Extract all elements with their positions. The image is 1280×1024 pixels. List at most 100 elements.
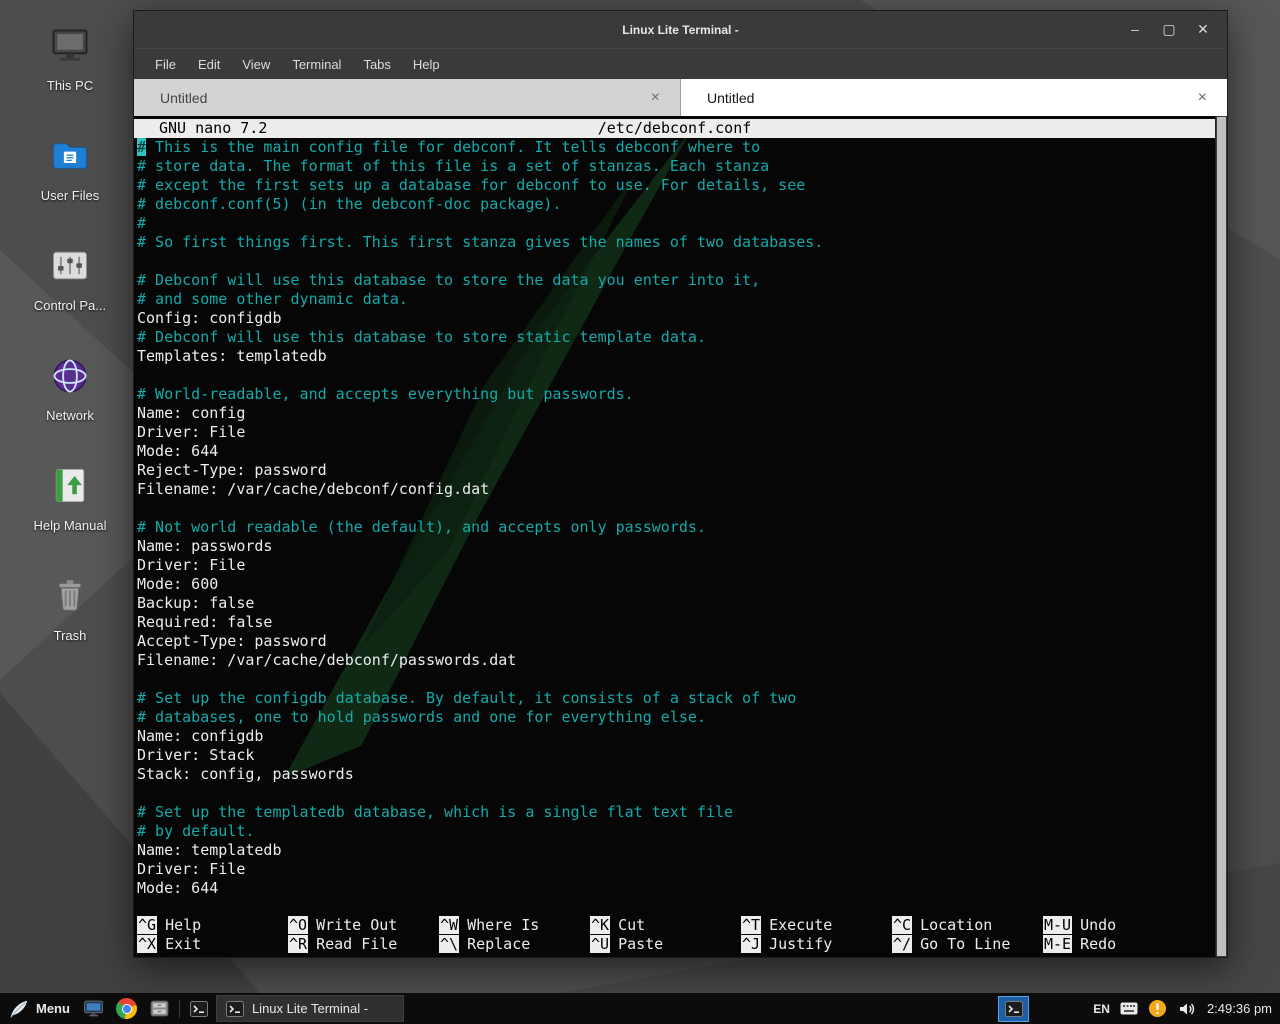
editor-line bbox=[137, 784, 1215, 803]
chrome-launcher[interactable] bbox=[115, 997, 139, 1021]
nano-shortcut-bar: ^GHelp^OWrite Out^WWhere Is^KCut^TExecut… bbox=[134, 916, 1215, 957]
start-menu-label: Menu bbox=[36, 1001, 70, 1016]
shortcut-key: M-U bbox=[1043, 916, 1072, 934]
editor-content[interactable]: # This is the main config file for debco… bbox=[134, 138, 1215, 898]
shortcut-label: Paste bbox=[618, 935, 663, 953]
close-button[interactable]: ✕ bbox=[1195, 11, 1211, 48]
menu-file[interactable]: File bbox=[144, 53, 187, 76]
editor-line: # databases, one to hold passwords and o… bbox=[137, 708, 1215, 727]
editor-line: # Not world readable (the default), and … bbox=[137, 518, 1215, 537]
editor-line: Mode: 644 bbox=[137, 879, 1215, 898]
nano-shortcut: ^WWhere Is bbox=[439, 916, 590, 935]
menu-help[interactable]: Help bbox=[402, 53, 451, 76]
volume-icon[interactable] bbox=[1177, 999, 1197, 1019]
clock[interactable]: 2:49:36 pm bbox=[1207, 1001, 1272, 1016]
updates-icon[interactable] bbox=[1148, 999, 1167, 1018]
nano-shortcut: ^TExecute bbox=[741, 916, 892, 935]
menubar: FileEditViewTerminalTabsHelp bbox=[134, 48, 1227, 79]
terminal-content-area[interactable]: GNU nano 7.2 /etc/debconf.conf # This is… bbox=[134, 116, 1227, 957]
desktop-icon-trash[interactable]: Trash bbox=[16, 564, 124, 674]
desktop-icon-control-panel[interactable]: Control Pa... bbox=[16, 234, 124, 344]
tray-terminal-icon[interactable] bbox=[998, 996, 1029, 1022]
editor-line: Backup: false bbox=[137, 594, 1215, 613]
nano-shortcut: ^OWrite Out bbox=[288, 916, 439, 935]
editor-line bbox=[137, 499, 1215, 518]
editor-line: Name: templatedb bbox=[137, 841, 1215, 860]
nano-version: GNU nano 7.2 bbox=[134, 119, 267, 137]
shortcut-label: Go To Line bbox=[920, 935, 1010, 953]
tab-label: Untitled bbox=[160, 90, 207, 106]
editor-line: Reject-Type: password bbox=[137, 461, 1215, 480]
editor-line: # bbox=[137, 214, 1215, 233]
desktop-icon-label: Help Manual bbox=[34, 518, 107, 533]
language-indicator[interactable]: EN bbox=[1093, 1002, 1110, 1016]
maximize-button[interactable]: ▢ bbox=[1161, 11, 1177, 48]
nano-shortcut: ^C Location bbox=[892, 916, 1043, 935]
scrollbar[interactable] bbox=[1215, 116, 1227, 957]
desktop-icon-network[interactable]: Network bbox=[16, 344, 124, 454]
editor-line: # Set up the configdb database. By defau… bbox=[137, 689, 1215, 708]
editor-line: Mode: 600 bbox=[137, 575, 1215, 594]
desktop-icon-label: User Files bbox=[41, 188, 100, 203]
help-manual-icon bbox=[46, 462, 94, 510]
window-list-button[interactable]: Linux Lite Terminal - bbox=[216, 995, 404, 1022]
keyboard-icon[interactable] bbox=[1120, 1002, 1138, 1015]
tab-2[interactable]: Untitled × bbox=[681, 79, 1227, 116]
nano-shortcut: ^RRead File bbox=[288, 935, 439, 954]
editor-line: # except the first sets up a database fo… bbox=[137, 176, 1215, 195]
terminal-launcher[interactable] bbox=[187, 997, 211, 1021]
chrome-icon bbox=[116, 998, 137, 1019]
nano-shortcut: ^\Replace bbox=[439, 935, 590, 954]
file-manager-launcher[interactable] bbox=[148, 997, 172, 1021]
display-launcher[interactable] bbox=[82, 997, 106, 1021]
nano-shortcut: M-UUndo bbox=[1043, 916, 1194, 935]
tab-close-icon[interactable]: × bbox=[1196, 89, 1209, 107]
menu-edit[interactable]: Edit bbox=[187, 53, 231, 76]
minimize-button[interactable]: – bbox=[1127, 11, 1143, 48]
file-manager-icon bbox=[149, 998, 170, 1019]
text-cursor: # bbox=[137, 138, 146, 156]
tray-icons bbox=[1120, 999, 1197, 1019]
nano-titlebar: GNU nano 7.2 /etc/debconf.conf bbox=[134, 119, 1215, 138]
editor-line bbox=[137, 252, 1215, 271]
start-menu-button[interactable]: Menu bbox=[0, 993, 80, 1024]
editor-line: # Debconf will use this database to stor… bbox=[137, 328, 1215, 347]
trash-icon bbox=[46, 572, 94, 620]
editor-line: Name: passwords bbox=[137, 537, 1215, 556]
control-panel-icon bbox=[46, 242, 94, 290]
desktop-icon-this-pc[interactable]: This PC bbox=[16, 14, 124, 124]
editor-line: Driver: Stack bbox=[137, 746, 1215, 765]
window-title: Linux Lite Terminal - bbox=[134, 23, 1227, 37]
scrollbar-thumb[interactable] bbox=[1217, 117, 1226, 956]
display-icon bbox=[83, 998, 104, 1019]
editor-line: Driver: File bbox=[137, 860, 1215, 879]
desktop-icon-user-files[interactable]: User Files bbox=[16, 124, 124, 234]
nano-filename: /etc/debconf.conf bbox=[134, 119, 1215, 138]
menu-terminal[interactable]: Terminal bbox=[281, 53, 352, 76]
editor-line: Accept-Type: password bbox=[137, 632, 1215, 651]
window-titlebar[interactable]: Linux Lite Terminal - – ▢ ✕ bbox=[134, 11, 1227, 48]
shortcut-label: Justify bbox=[769, 935, 832, 953]
tab-label: Untitled bbox=[707, 90, 754, 106]
nano-shortcut: M-ERedo bbox=[1043, 935, 1194, 954]
editor-line: # Set up the templatedb database, which … bbox=[137, 803, 1215, 822]
terminal-icon bbox=[189, 999, 209, 1019]
shortcut-key: ^C bbox=[892, 916, 912, 934]
editor-line: Required: false bbox=[137, 613, 1215, 632]
shortcut-label: Read File bbox=[316, 935, 397, 953]
editor-line: # by default. bbox=[137, 822, 1215, 841]
system-tray: EN 2:49:36 pm bbox=[998, 996, 1280, 1022]
menu-view[interactable]: View bbox=[231, 53, 281, 76]
editor-line: Stack: config, passwords bbox=[137, 765, 1215, 784]
tab-close-icon[interactable]: × bbox=[649, 89, 662, 107]
desktop-icon-label: This PC bbox=[47, 78, 93, 93]
feather-icon bbox=[8, 998, 30, 1020]
shortcut-label: Location bbox=[920, 916, 992, 934]
desktop-icon-help-manual[interactable]: Help Manual bbox=[16, 454, 124, 564]
editor-line: Filename: /var/cache/debconf/passwords.d… bbox=[137, 651, 1215, 670]
tab-1[interactable]: Untitled × bbox=[134, 79, 681, 116]
nano-shortcut: ^/Go To Line bbox=[892, 935, 1043, 954]
editor-line: Driver: File bbox=[137, 556, 1215, 575]
editor-line: Driver: File bbox=[137, 423, 1215, 442]
menu-tabs[interactable]: Tabs bbox=[352, 53, 401, 76]
